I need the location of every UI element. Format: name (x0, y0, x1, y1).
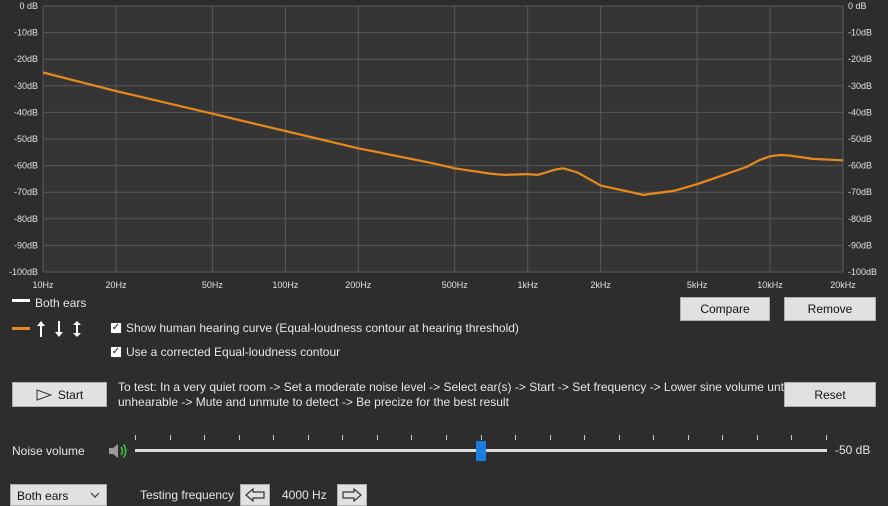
y-tick-label-right: -50dB (848, 134, 872, 144)
slider-tick (377, 435, 378, 440)
y-tick-label-right: -60dB (848, 161, 872, 171)
frequency-increase-button[interactable] (337, 484, 367, 506)
x-tick-label: 10kHz (757, 280, 783, 290)
slider-tick (342, 435, 343, 440)
slider-thumb[interactable] (476, 441, 486, 461)
noise-volume-label: Noise volume (12, 444, 85, 458)
arrow-down-icon[interactable] (54, 320, 64, 338)
slider-tick (757, 435, 758, 440)
ear-select-dropdown[interactable]: Both ears (10, 484, 107, 506)
slider-tick (722, 435, 723, 440)
noise-volume-value: -50 dB (835, 443, 871, 457)
chevron-down-icon (90, 492, 100, 498)
slider-tick (791, 435, 792, 440)
x-tick-label: 200Hz (345, 280, 372, 290)
instructions-line-1: To test: In a very quiet room -> Set a m… (118, 380, 790, 394)
instructions-line-2: unhearable -> Mute and unmute to detect … (118, 395, 509, 409)
x-tick-label: 2kHz (590, 280, 611, 290)
y-tick-label-right: -30dB (848, 81, 872, 91)
x-tick-label: 10Hz (32, 280, 54, 290)
remove-button-label: Remove (807, 302, 853, 316)
x-tick-label: 5kHz (687, 280, 708, 290)
y-tick-label-right: -20dB (848, 54, 872, 64)
y-tick-label-left: -20dB (14, 54, 38, 64)
compare-button-label: Compare (700, 302, 750, 316)
corrected-contour-checkbox[interactable]: ✓ (110, 346, 122, 358)
y-tick-label-right: -40dB (848, 107, 872, 117)
x-tick-label: 20Hz (105, 280, 127, 290)
slider-tick (584, 435, 585, 440)
slider-ticks (135, 433, 827, 441)
slider-tick (273, 435, 274, 440)
speaker-icon[interactable] (107, 441, 129, 461)
slider-tick (204, 435, 205, 440)
start-button-label: Start (57, 387, 84, 402)
y-tick-label-left: -60dB (14, 161, 38, 171)
y-tick-label-right: -100dB (848, 267, 877, 277)
legend-orange-line[interactable] (12, 327, 30, 330)
y-tick-label-left: -80dB (14, 214, 38, 224)
y-tick-label-right: -10dB (848, 28, 872, 38)
slider-tick (481, 435, 482, 440)
y-tick-label-left: -50dB (14, 134, 38, 144)
slider-tick (826, 435, 827, 440)
show-curve-checkbox[interactable]: ✓ (110, 322, 122, 334)
y-tick-label-right: -90dB (848, 240, 872, 250)
legend-both-ears-label: Both ears (35, 296, 87, 310)
slider-tick (515, 435, 516, 440)
y-tick-label-left: -100dB (9, 267, 38, 277)
show-curve-checkmark: ✓ (111, 322, 121, 333)
y-tick-label-left: -10dB (14, 28, 38, 38)
start-button[interactable]: Start (12, 382, 107, 407)
slider-tick (446, 435, 447, 440)
slider-tick (170, 435, 171, 440)
play-icon (36, 388, 52, 401)
slider-tick (239, 435, 240, 440)
x-tick-label: 1kHz (517, 280, 538, 290)
y-tick-label-right: 0 dB (848, 1, 867, 11)
y-tick-label-left: -30dB (14, 81, 38, 91)
x-tick-label: 500Hz (442, 280, 469, 290)
y-tick-label-left: -90dB (14, 240, 38, 250)
remove-button[interactable]: Remove (784, 297, 876, 321)
corrected-contour-label[interactable]: Use a corrected Equal-loudness contour (126, 345, 340, 359)
slider-tick (135, 435, 136, 440)
slider-tick (619, 435, 620, 440)
arrow-updown-icon[interactable] (72, 320, 82, 338)
reset-button-label: Reset (814, 387, 846, 402)
slider-tick (550, 435, 551, 440)
slider-tick (653, 435, 654, 440)
x-tick-label: 50Hz (202, 280, 224, 290)
slider-tick (411, 435, 412, 440)
legend-white-line (12, 299, 30, 302)
y-tick-label-left: 0 dB (19, 1, 38, 11)
frequency-decrease-button[interactable] (240, 484, 270, 506)
arrow-up-icon[interactable] (36, 320, 46, 338)
y-tick-label-right: -70dB (848, 187, 872, 197)
x-tick-label: 20kHz (830, 280, 856, 290)
slider-tick (308, 435, 309, 440)
hearing-curve-chart: 0 dB -10dB -20dB -30dB -40dB -50dB -60dB -70dB -… (9, 1, 877, 290)
show-curve-label[interactable]: Show human hearing curve (Equal-loudness… (126, 321, 519, 335)
noise-volume-slider[interactable] (135, 433, 827, 465)
compare-button[interactable]: Compare (680, 297, 770, 321)
reset-button[interactable]: Reset (784, 382, 876, 407)
y-tick-label-right: -80dB (848, 214, 872, 224)
x-tick-label: 100Hz (272, 280, 299, 290)
ear-select-value: Both ears (17, 489, 69, 503)
corrected-contour-checkmark: ✓ (111, 346, 121, 357)
slider-tick (688, 435, 689, 440)
y-tick-label-left: -40dB (14, 107, 38, 117)
y-tick-label-left: -70dB (14, 187, 38, 197)
